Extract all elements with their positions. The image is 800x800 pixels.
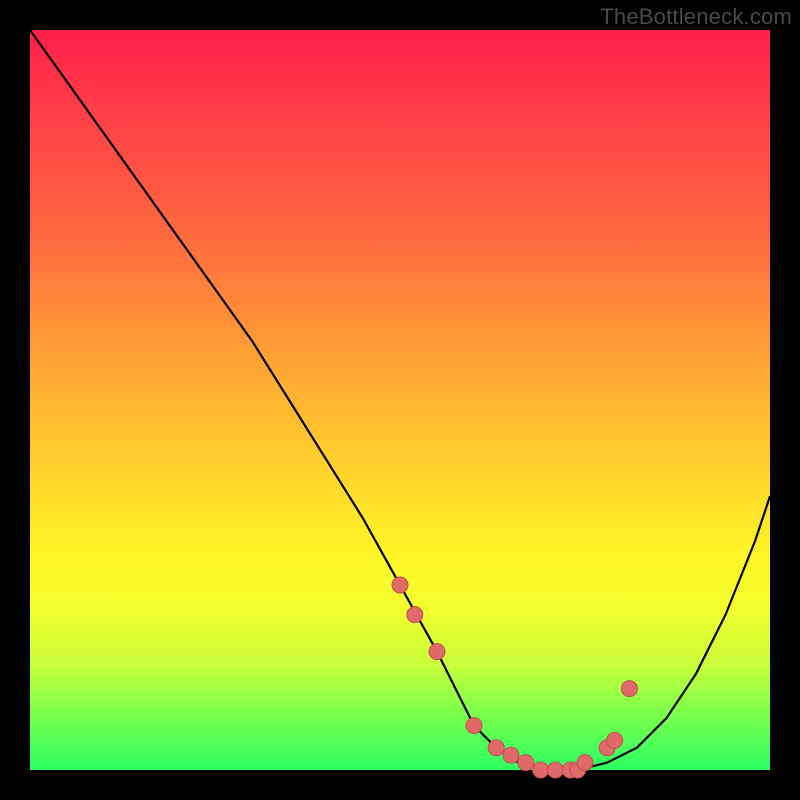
scatter-point — [429, 644, 445, 660]
scatter-point — [547, 762, 563, 778]
scatter-point — [577, 755, 593, 771]
scatter-point — [621, 681, 637, 697]
scatter-points — [392, 577, 637, 778]
chart-svg — [30, 30, 770, 770]
scatter-point — [607, 732, 623, 748]
scatter-point — [533, 762, 549, 778]
watermark-text: TheBottleneck.com — [600, 4, 792, 30]
scatter-point — [518, 755, 534, 771]
scatter-point — [407, 607, 423, 623]
scatter-point — [488, 740, 504, 756]
scatter-point — [466, 718, 482, 734]
scatter-point — [392, 577, 408, 593]
bottleneck-curve — [30, 30, 770, 770]
scatter-point — [503, 747, 519, 763]
chart-frame: TheBottleneck.com — [0, 0, 800, 800]
